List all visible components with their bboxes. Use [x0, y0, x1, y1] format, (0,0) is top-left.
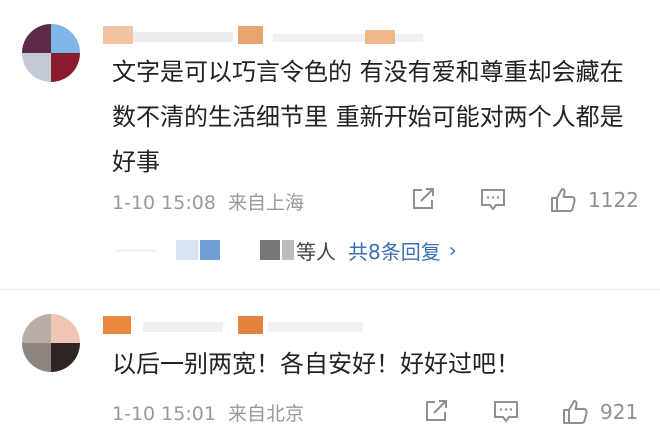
share-button[interactable]	[422, 397, 450, 425]
reply-button[interactable]	[491, 397, 521, 425]
like-count: 921	[600, 400, 639, 424]
comment-icon	[481, 189, 505, 211]
like-count: 1122	[588, 188, 639, 212]
divider	[0, 289, 660, 290]
replies-link[interactable]: 共8条回复	[348, 236, 441, 265]
comment-icon	[494, 401, 518, 423]
comment-text: 以后一别两宽！各自安好！好好过吧！	[112, 350, 520, 378]
comment-meta: 1-10 15:01 来自北京	[112, 399, 304, 426]
reply-button[interactable]	[478, 185, 508, 213]
reply-user-placeholder	[116, 248, 156, 252]
comment-meta: 1-10 15:08 来自上海	[112, 188, 304, 215]
share-icon	[413, 188, 434, 209]
replies-user-suffix: 等人	[296, 239, 336, 264]
comment-text: 文字是可以巧言令色的 有没有爱和尊重却会藏在数不清的生活细节里 重新开始可能对两…	[112, 58, 624, 176]
comment-item: 文字是可以巧言令色的 有没有爱和尊重却会藏在数不清的生活细节里 重新开始可能对两…	[0, 0, 660, 285]
chevron-right-icon: ›	[448, 238, 457, 262]
comment-item: 以后一别两宽！各自安好！好好过吧！ 1-10 15:01 来自北京 921	[0, 300, 660, 439]
avatar[interactable]	[22, 314, 80, 372]
like-icon	[551, 188, 576, 212]
comment-time: 1-10 15:08	[112, 192, 216, 214]
share-icon	[426, 400, 447, 421]
share-button[interactable]	[409, 185, 437, 213]
comment-source: 来自上海	[227, 192, 304, 214]
comment-time: 1-10 15:01	[112, 403, 216, 425]
comment-source: 来自北京	[227, 403, 304, 425]
replies-preview[interactable]: 等人 共8条回复 ›	[116, 232, 636, 268]
avatar[interactable]	[22, 24, 80, 82]
like-button[interactable]: 921	[560, 397, 638, 427]
like-button[interactable]: 1122	[548, 185, 639, 215]
like-icon	[563, 400, 588, 424]
